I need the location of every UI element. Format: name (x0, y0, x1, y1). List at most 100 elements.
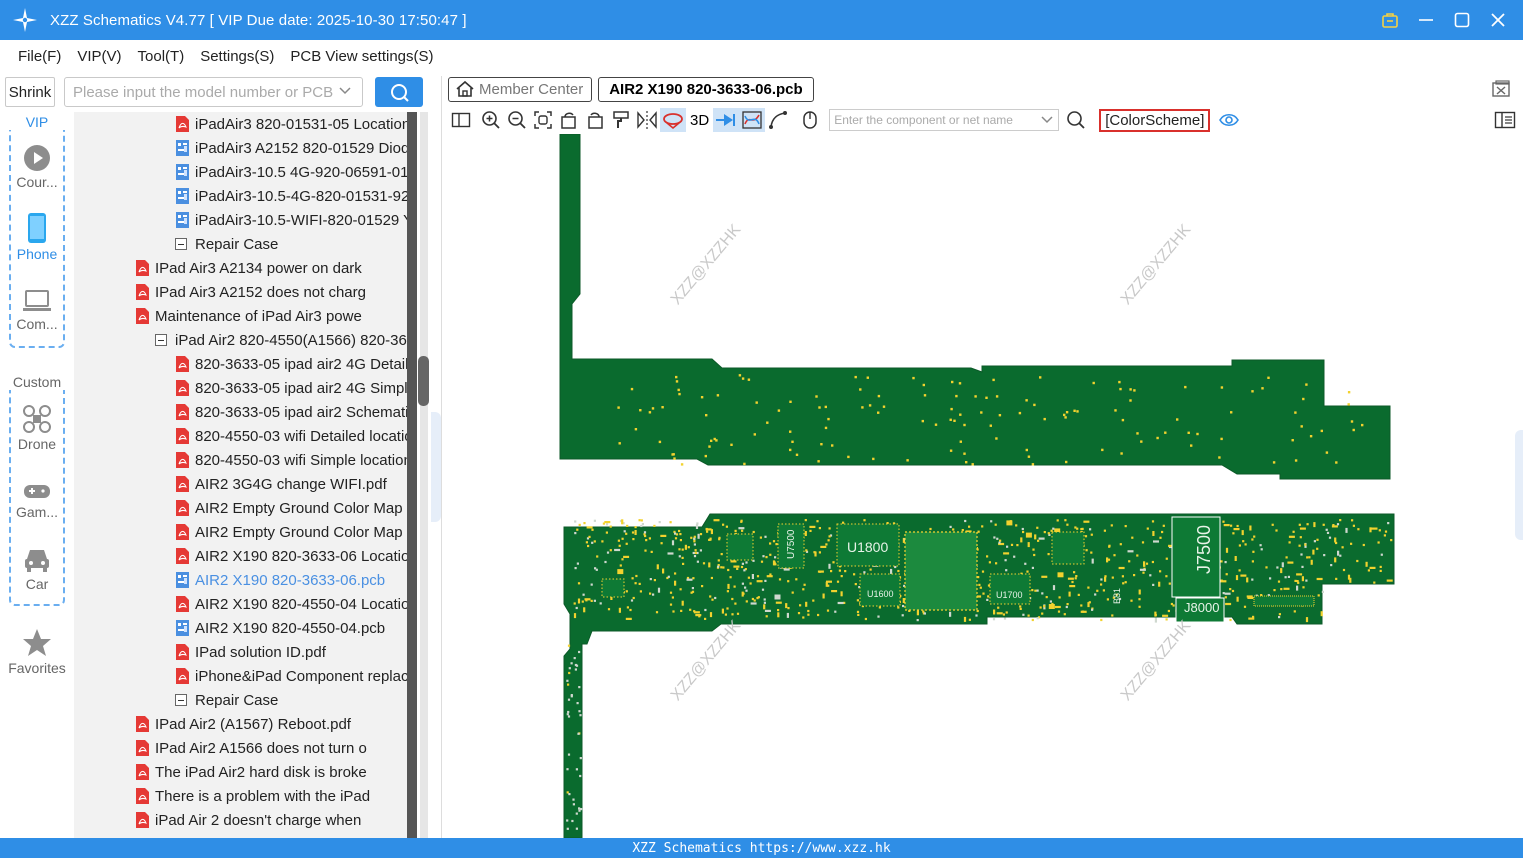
nav-favorites[interactable]: Favorites (0, 628, 74, 676)
rotate-left-icon[interactable] (556, 108, 582, 132)
tree-file-item[interactable]: 820-4550-03 wifi Detailed location (176, 424, 417, 448)
menu-tool[interactable]: Tool(T) (138, 48, 185, 65)
rotate-right-icon[interactable] (582, 108, 608, 132)
pcb-pad (741, 582, 744, 585)
close-tabs-icon[interactable] (1491, 80, 1511, 103)
tree-folder[interactable]: Repair Case (175, 688, 278, 712)
flip-board-icon[interactable] (660, 108, 686, 132)
trace-display-icon[interactable] (739, 108, 766, 132)
pcb-drawing[interactable]: U1800 J7500 U7500 U1600 U1700 J8000 B81 (442, 134, 1523, 838)
component-search-input[interactable]: Enter the component or net name (829, 109, 1060, 131)
nav-computer[interactable]: Com... (0, 288, 74, 332)
zoom-out-icon[interactable] (504, 108, 530, 132)
chevron-down-icon[interactable] (338, 84, 352, 98)
tree-file-item[interactable]: 820-4550-03 wifi Simple location r (176, 448, 417, 472)
pcb-pad (1108, 544, 1111, 547)
close-button[interactable] (1483, 6, 1513, 34)
tree-file-item[interactable]: AIR2 3G4G change WIFI.pdf (176, 472, 387, 496)
tree-file-item[interactable]: IPad Air2 A1566 does not turn o (136, 736, 367, 760)
nav-car[interactable]: Car (0, 546, 74, 592)
tree-file-item[interactable]: iPadAir3-10.5-4G-820-01531-920-0 (176, 184, 417, 208)
pcb-pad (890, 568, 893, 574)
fit-view-icon[interactable] (530, 108, 556, 132)
tree-file-item[interactable]: AIR2 Empty Ground Color Map 1.p (176, 496, 417, 520)
tree-file-item[interactable]: There is a problem with the iPad (136, 784, 370, 808)
tree-folder[interactable]: iPad Air2 820-4550(A1566) 820-3633( (155, 328, 417, 352)
eye-icon[interactable] (1216, 108, 1242, 132)
tree-file-item[interactable]: iPad Air 2 doesn't charge when (136, 808, 361, 832)
vip-bag-icon[interactable] (1375, 6, 1405, 34)
menu-settings[interactable]: Settings(S) (200, 48, 274, 65)
chevron-down-icon[interactable] (1040, 113, 1054, 127)
pcb-pad (1118, 380, 1121, 384)
tree-file-item[interactable]: iPadAir3-10.5 4G-920-06591-01 PC (176, 160, 417, 184)
collapse-icon[interactable] (175, 238, 187, 250)
collapse-icon[interactable] (175, 694, 187, 706)
pcb-pad (1276, 566, 1279, 569)
tree-file-item[interactable]: 820-3633-05 ipad air2 4G Detailed (176, 352, 417, 376)
tree-file-item[interactable]: IPad Air3 A2134 power on dark (136, 256, 362, 280)
pcb-pad (708, 538, 711, 541)
tree-file-item[interactable]: IPad Air3 A2152 does not charg (136, 280, 366, 304)
maximize-button[interactable] (1447, 6, 1477, 34)
collapse-icon[interactable] (155, 334, 167, 346)
model-search-input[interactable]: Please input the model number or PCB (64, 77, 363, 107)
tree-file-item[interactable]: AIR2 X190 820-4550-04.pcb (176, 616, 385, 640)
tree-scrollbar[interactable] (417, 112, 431, 838)
tree-scroll-thumb[interactable] (418, 356, 429, 406)
mouse-mode-icon[interactable] (797, 108, 823, 132)
menu-file[interactable]: File(F) (18, 48, 61, 65)
tree-file-item[interactable]: AIR2 X190 820-4550-04 Location m (176, 592, 417, 616)
pcb-canvas[interactable]: U1800 J7500 U7500 U1600 U1700 J8000 B81 … (442, 134, 1523, 838)
pcb-pad (953, 419, 956, 422)
tree-file-item[interactable]: 820-3633-05 ipad air2 4G Simple lo (176, 376, 417, 400)
label-j7500: J7500 (1194, 525, 1214, 574)
tree-file-item[interactable]: iPhone&iPad Component replacer (176, 664, 417, 688)
pcb-pad (1087, 586, 1090, 589)
pcb-pad (996, 612, 1003, 615)
tree-file-item[interactable]: iPadAir3-10.5-WIFI-820-01529 YiDi (176, 208, 417, 232)
sidebar-collapse-handle[interactable] (431, 412, 441, 522)
side-panel-icon[interactable] (1492, 108, 1518, 132)
tree-file-item[interactable]: AIR2 X190 820-3633-06.pcb (176, 568, 385, 592)
nav-game[interactable]: Gam... (0, 480, 74, 520)
pcb-pad (1033, 553, 1036, 557)
pcb-pad (906, 459, 909, 462)
pcb-pad (606, 551, 610, 554)
mirror-icon[interactable] (634, 108, 660, 132)
menu-vip[interactable]: VIP(V) (77, 48, 121, 65)
tab-member-center[interactable]: Member Center (448, 76, 593, 102)
tree-file-item[interactable]: IPad solution ID.pdf (176, 640, 326, 664)
nav-phone[interactable]: Phone (0, 212, 74, 262)
split-view-icon[interactable] (448, 108, 474, 132)
right-panel-handle[interactable] (1515, 430, 1523, 540)
color-scheme-button[interactable]: [ColorScheme] (1099, 108, 1211, 132)
tree-file-item[interactable]: iPadAir3 A2152 820-01529 Diode v (176, 136, 417, 160)
tree-folder[interactable]: Repair Case (175, 232, 278, 256)
nav-drone[interactable]: Drone (0, 404, 74, 452)
tab-pcb-file[interactable]: AIR2 X190 820-3633-06.pcb (598, 76, 814, 102)
menu-pcb-view-settings[interactable]: PCB View settings(S) (290, 48, 433, 65)
tree-file-item[interactable]: IPad Air2 (A1567) Reboot.pdf (136, 712, 351, 736)
nav-courses[interactable]: Cour... (0, 144, 74, 190)
format-painter-icon[interactable] (608, 108, 634, 132)
pcb-pad (1301, 565, 1304, 568)
tree-file-item[interactable]: iPadAir3 820-01531-05 Location m (176, 112, 417, 136)
tree-file-item[interactable]: AIR2 Empty Ground Color Map 2.p (176, 520, 417, 544)
pcb-pad (1317, 594, 1320, 597)
zoom-in-icon[interactable] (478, 108, 504, 132)
tree-file-item[interactable]: Maintenance of iPad Air3 powe (136, 304, 362, 328)
tree-file-item[interactable]: The iPad Air2 hard disk is broke (136, 760, 367, 784)
measure-curve-icon[interactable] (765, 108, 791, 132)
minimize-button[interactable] (1411, 6, 1441, 34)
component-search-icon[interactable] (1063, 108, 1089, 132)
pdf-file-icon (176, 476, 189, 492)
tree-file-item[interactable]: 820-3633-05 ipad air2 Schematic.p (176, 400, 417, 424)
tree-file-item[interactable]: AIR2 X190 820-3633-06 Location m (176, 544, 417, 568)
search-button[interactable] (375, 77, 423, 107)
pcb-pad (1251, 578, 1254, 581)
highlight-net-icon[interactable] (713, 108, 740, 132)
pcb-file-icon (176, 140, 189, 156)
shrink-button[interactable]: Shrink (5, 77, 55, 107)
3d-view-toggle[interactable]: 3D (690, 112, 709, 129)
